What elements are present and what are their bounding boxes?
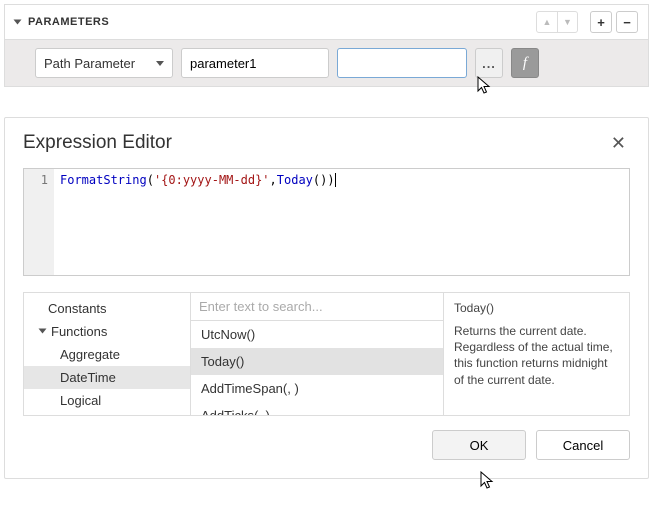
- parameter-type-label: Path Parameter: [44, 56, 156, 71]
- search-input[interactable]: [191, 293, 443, 321]
- parameter-row: Path Parameter ... f: [5, 40, 648, 86]
- function-item-utcnow[interactable]: UtcNow(): [191, 321, 443, 348]
- tree-item-functions[interactable]: Functions: [24, 320, 190, 343]
- parameter-type-dropdown[interactable]: Path Parameter: [35, 48, 173, 78]
- ok-button[interactable]: OK: [432, 430, 526, 460]
- nav-buttons: ▲ ▼: [536, 11, 578, 33]
- code-token: ): [327, 173, 334, 187]
- description-body: Returns the current date. Regardless of …: [454, 323, 619, 388]
- function-list: UtcNow() Today() AddTimeSpan(, ) AddTick…: [191, 321, 443, 415]
- line-number: 1: [24, 173, 48, 187]
- code-editor[interactable]: 1 FormatString('{0:yyyy-MM-dd}',Today()): [23, 168, 630, 276]
- parameters-header: PARAMETERS ▲ ▼ + −: [5, 5, 648, 40]
- code-token: ,: [270, 173, 277, 187]
- code-body[interactable]: FormatString('{0:yyyy-MM-dd}',Today()): [54, 169, 342, 275]
- dialog-header: Expression Editor ✕: [23, 132, 630, 154]
- text-caret: [335, 173, 336, 187]
- dialog-buttons: OK Cancel: [23, 430, 630, 460]
- code-token: Today: [277, 173, 313, 187]
- ellipsis-button[interactable]: ...: [475, 48, 503, 78]
- tree-item-constants[interactable]: Constants: [24, 297, 190, 320]
- parameter-value-input[interactable]: [337, 48, 467, 78]
- function-list-column: UtcNow() Today() AddTimeSpan(, ) AddTick…: [191, 292, 444, 416]
- code-token: (: [147, 173, 154, 187]
- function-browser: Constants Functions Aggregate DateTime L…: [23, 292, 630, 416]
- chevron-down-icon: [156, 61, 164, 66]
- tree-item-logical[interactable]: Logical: [24, 389, 190, 412]
- code-token: (): [313, 173, 327, 187]
- description-panel: Today() Returns the current date. Regard…: [444, 292, 630, 416]
- expression-button[interactable]: f: [511, 48, 539, 78]
- parameters-toolbar: ▲ ▼ + −: [536, 11, 638, 33]
- chevron-down-icon[interactable]: [14, 20, 22, 25]
- code-token: FormatString: [60, 173, 147, 187]
- cancel-button[interactable]: Cancel: [536, 430, 630, 460]
- nav-up-button[interactable]: ▲: [537, 12, 557, 32]
- function-item-today[interactable]: Today(): [191, 348, 443, 375]
- category-tree: Constants Functions Aggregate DateTime L…: [23, 292, 191, 416]
- function-item-addtimespan[interactable]: AddTimeSpan(, ): [191, 375, 443, 402]
- expression-editor-dialog: Expression Editor ✕ 1 FormatString('{0:y…: [4, 117, 649, 479]
- tree-item-aggregate[interactable]: Aggregate: [24, 343, 190, 366]
- dialog-title: Expression Editor: [23, 132, 607, 154]
- nav-down-button[interactable]: ▼: [557, 12, 577, 32]
- close-icon[interactable]: ✕: [607, 133, 630, 154]
- description-title: Today(): [454, 301, 619, 315]
- line-gutter: 1: [24, 169, 54, 275]
- add-parameter-button[interactable]: +: [590, 11, 612, 33]
- parameters-title: PARAMETERS: [28, 16, 536, 28]
- tree-item-datetime[interactable]: DateTime: [24, 366, 190, 389]
- parameter-name-input[interactable]: [181, 48, 329, 78]
- function-item-addticks[interactable]: AddTicks(, ): [191, 402, 443, 415]
- remove-parameter-button[interactable]: −: [616, 11, 638, 33]
- code-token: '{0:yyyy-MM-dd}': [154, 173, 270, 187]
- parameters-panel: PARAMETERS ▲ ▼ + − Path Parameter ... f: [4, 4, 649, 87]
